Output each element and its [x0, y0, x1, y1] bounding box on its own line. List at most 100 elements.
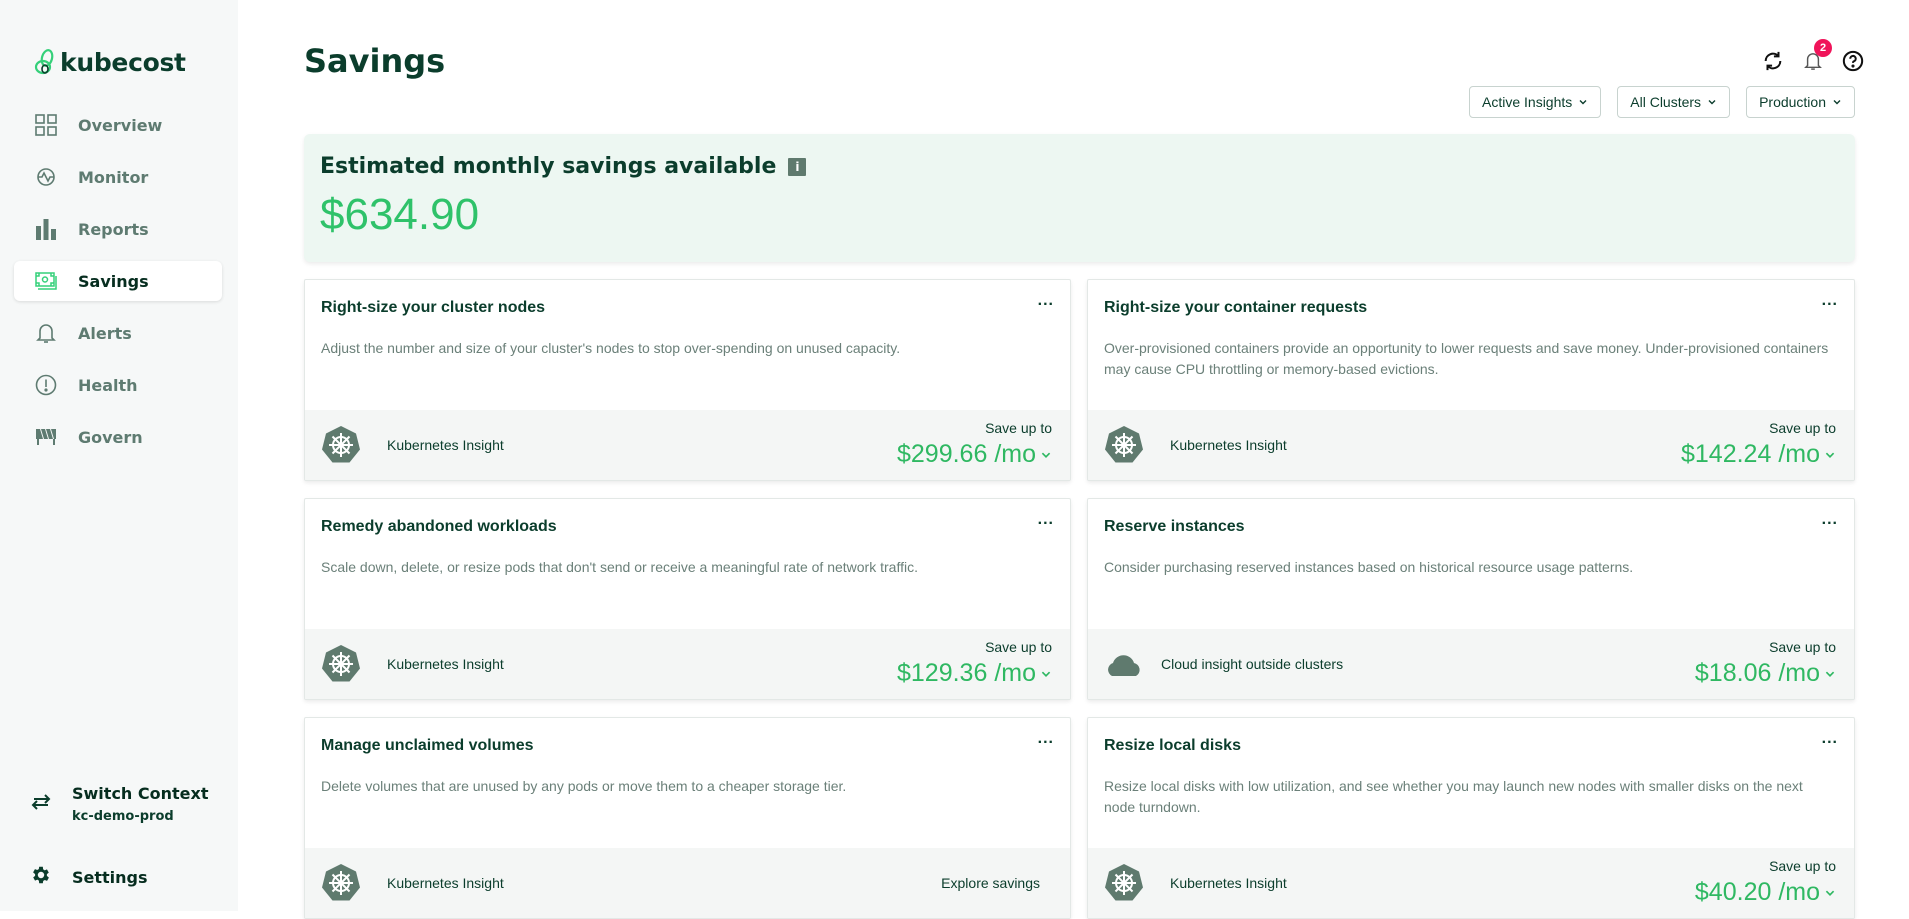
sidebar-item-label: Health — [78, 375, 138, 395]
explore-savings-link[interactable]: Explore savings — [941, 875, 1040, 891]
sidebar-item-govern[interactable]: Govern — [14, 417, 222, 457]
insight-card[interactable]: Reserve instances ... Consider purchasin… — [1087, 498, 1855, 700]
savings-amount: $299.66 /mo — [897, 440, 1052, 469]
card-footer: Kubernetes Insight Save up to $299.66 /m… — [305, 410, 1070, 480]
sidebar-item-label: Savings — [78, 271, 149, 291]
insight-cards-grid: Right-size your cluster nodes ... Adjust… — [304, 279, 1855, 919]
chevron-down-icon — [1825, 671, 1835, 677]
more-options-button[interactable]: ... — [1822, 511, 1838, 529]
pulse-icon — [34, 165, 58, 189]
insight-source: Kubernetes Insight — [1170, 875, 1287, 891]
savings-amount-toggle[interactable]: Save up to $40.20 /mo — [1695, 858, 1836, 907]
kubernetes-icon — [322, 645, 360, 682]
sidebar-nav: Overview Monitor Reports Savings Alerts … — [14, 105, 222, 469]
chevron-down-icon — [1708, 100, 1716, 105]
refresh-button[interactable] — [1760, 48, 1786, 74]
savings-amount: $40.20 /mo — [1695, 878, 1836, 907]
card-footer: Kubernetes Insight Explore savings — [305, 848, 1070, 918]
chevron-down-icon — [1833, 100, 1841, 105]
cloud-icon — [1108, 655, 1140, 676]
savings-amount: $142.24 /mo — [1681, 440, 1836, 469]
save-up-to-label: Save up to — [985, 420, 1052, 436]
sidebar-item-reports[interactable]: Reports — [14, 209, 222, 249]
sidebar-item-overview[interactable]: Overview — [14, 105, 222, 145]
card-description: Over-provisioned containers provide an o… — [1104, 340, 1829, 377]
save-up-to-label: Save up to — [1769, 858, 1836, 874]
insight-card[interactable]: Resize local disks ... Resize local disk… — [1087, 717, 1855, 919]
card-title: Right-size your container requests — [1104, 299, 1368, 316]
notifications-button[interactable]: 2 — [1800, 39, 1832, 74]
chevron-down-icon — [1041, 671, 1051, 677]
sidebar-item-label: Monitor — [78, 167, 149, 187]
sidebar-item-label: Overview — [78, 115, 163, 135]
clusters-filter-dropdown[interactable]: All Clusters — [1617, 86, 1731, 118]
save-up-to-label: Save up to — [1769, 420, 1836, 436]
kubecost-logo[interactable]: kubecost — [34, 48, 186, 77]
sidebar-item-savings[interactable]: Savings — [14, 261, 222, 301]
refresh-icon — [1764, 51, 1782, 71]
filter-bar: Active Insights All Clusters Production — [1469, 86, 1855, 118]
insight-card[interactable]: Manage unclaimed volumes ... Delete volu… — [304, 717, 1071, 919]
switch-context-button[interactable]: Switch Context kc-demo-prod — [30, 784, 208, 824]
bell-icon — [34, 321, 58, 345]
sidebar-item-label: Reports — [78, 219, 149, 239]
card-title: Remedy abandoned workloads — [321, 518, 557, 535]
chevron-down-icon — [1579, 100, 1587, 105]
card-description: Consider purchasing reserved instances b… — [1104, 559, 1634, 575]
save-up-to-label: Save up to — [1769, 639, 1836, 655]
page-title: Savings — [304, 42, 446, 80]
sidebar-item-health[interactable]: Health — [14, 365, 222, 405]
card-footer: Kubernetes Insight Save up to $129.36 /m… — [305, 629, 1070, 699]
chevron-down-icon — [1825, 890, 1835, 896]
savings-amount: $129.36 /mo — [897, 659, 1052, 688]
more-options-button[interactable]: ... — [1038, 292, 1054, 310]
notification-badge: 2 — [1814, 39, 1832, 57]
savings-amount-toggle[interactable]: Save up to $142.24 /mo — [1681, 420, 1836, 469]
more-options-button[interactable]: ... — [1822, 292, 1838, 310]
sidebar: kubecost Overview Monitor Reports Saving… — [0, 0, 238, 911]
insight-source: Kubernetes Insight — [387, 656, 504, 672]
money-icon — [34, 269, 58, 293]
card-title: Reserve instances — [1104, 518, 1245, 535]
insight-source: Cloud insight outside clusters — [1161, 656, 1344, 672]
more-options-button[interactable]: ... — [1822, 730, 1838, 748]
bar-chart-icon — [34, 217, 58, 241]
savings-value: $142.24 /mo — [1681, 440, 1820, 468]
card-footer: Cloud insight outside clusters Save up t… — [1088, 629, 1854, 699]
insight-source: Kubernetes Insight — [387, 437, 504, 453]
card-footer: Kubernetes Insight Save up to $142.24 /m… — [1088, 410, 1854, 480]
logo-text: kubecost — [60, 48, 186, 77]
help-icon — [1842, 50, 1864, 72]
savings-value: $18.06 /mo — [1694, 659, 1820, 687]
insight-card[interactable]: Remedy abandoned workloads ... Scale dow… — [304, 498, 1071, 700]
chevron-down-icon — [1041, 452, 1051, 458]
insight-card[interactable]: Right-size your cluster nodes ... Adjust… — [304, 279, 1071, 481]
more-options-button[interactable]: ... — [1038, 511, 1054, 529]
sidebar-item-alerts[interactable]: Alerts — [14, 313, 222, 353]
dropdown-label: Production — [1759, 94, 1826, 110]
savings-value: $40.20 /mo — [1694, 878, 1820, 906]
grid-icon — [34, 113, 58, 137]
insight-card[interactable]: Right-size your container requests ... O… — [1087, 279, 1855, 481]
sidebar-item-monitor[interactable]: Monitor — [14, 157, 222, 197]
govern-icon — [34, 425, 58, 449]
save-up-to-label: Save up to — [985, 639, 1052, 655]
savings-amount-toggle[interactable]: Save up to $299.66 /mo — [897, 420, 1052, 469]
info-icon[interactable]: i — [788, 157, 807, 176]
card-description: Resize local disks with low utilization,… — [1104, 778, 1803, 815]
card-footer: Kubernetes Insight Save up to $40.20 /mo — [1088, 848, 1854, 918]
alert-circle-icon — [34, 373, 58, 397]
savings-amount-toggle[interactable]: Save up to $18.06 /mo — [1695, 639, 1836, 688]
dropdown-label: Active Insights — [1482, 94, 1573, 110]
card-title: Right-size your cluster nodes — [321, 299, 546, 316]
card-description: Scale down, delete, or resize pods that … — [321, 559, 918, 575]
more-options-button[interactable]: ... — [1038, 730, 1054, 748]
settings-button[interactable]: Settings — [30, 864, 148, 891]
savings-value: $299.66 /mo — [897, 440, 1036, 468]
savings-amount-toggle[interactable]: Save up to $129.36 /mo — [897, 639, 1052, 688]
kubernetes-icon — [322, 864, 360, 901]
savings-amount: $18.06 /mo — [1695, 659, 1836, 688]
environment-filter-dropdown[interactable]: Production — [1746, 86, 1855, 118]
insights-filter-dropdown[interactable]: Active Insights — [1469, 86, 1602, 118]
help-button[interactable] — [1840, 48, 1866, 74]
